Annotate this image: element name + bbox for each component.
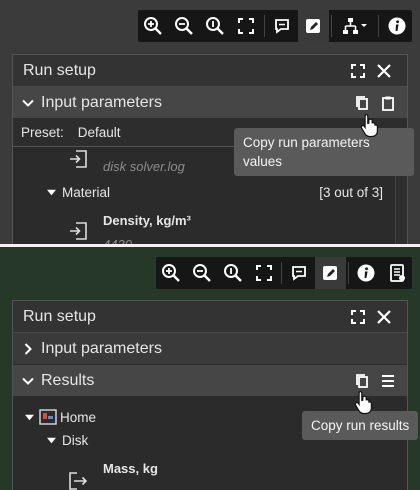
maximize-icon xyxy=(351,63,365,78)
close-button[interactable] xyxy=(371,58,397,84)
home-label: Home xyxy=(60,409,97,425)
panel-header: Run setup xyxy=(13,301,407,333)
edit-note-icon xyxy=(306,19,321,33)
panel-title: Run setup xyxy=(23,307,96,325)
view-toolbar xyxy=(138,10,412,42)
fit-view-icon xyxy=(255,265,272,281)
chevron-right-icon xyxy=(19,342,37,355)
toolbar-divider xyxy=(281,262,283,284)
copy-icon xyxy=(356,95,368,110)
top-screenshot: Run setup Input parameters Preset: Defau… xyxy=(0,0,420,244)
info-button[interactable] xyxy=(351,257,382,289)
edit-note-button[interactable] xyxy=(297,10,329,42)
run-setup-panel: Run setup Input parameters Results Home … xyxy=(12,300,408,490)
chevron-down-icon xyxy=(19,375,37,387)
zoom-reset-button[interactable] xyxy=(200,10,231,42)
menu-button[interactable] xyxy=(375,368,401,394)
edit-note-button[interactable] xyxy=(314,257,346,289)
material-row[interactable]: Material xyxy=(47,185,110,200)
close-button[interactable] xyxy=(371,304,397,330)
tree-layout-icon xyxy=(342,18,367,34)
zoom-in-icon xyxy=(162,264,181,282)
info-button[interactable] xyxy=(381,10,412,42)
toolbar-divider xyxy=(263,15,265,37)
bottom-screenshot: Run setup Input parameters Results Home … xyxy=(0,247,420,490)
hand-cursor-icon xyxy=(354,390,372,415)
hand-cursor-icon xyxy=(360,113,378,138)
zoom-in-button[interactable] xyxy=(138,10,169,42)
log-icon xyxy=(389,264,405,282)
input-parameters-section-header[interactable]: Input parameters xyxy=(13,333,407,365)
toolbar-divider xyxy=(330,15,332,37)
zoom-reset-button[interactable] xyxy=(218,257,249,289)
results-section-header[interactable]: Results xyxy=(13,365,407,397)
parameter-input-icon xyxy=(70,222,87,240)
fit-view-button[interactable] xyxy=(248,257,279,289)
output-icon xyxy=(69,472,87,490)
menu-icon xyxy=(382,374,394,387)
copy-parameters-tooltip: Copy run parameters values xyxy=(234,128,414,176)
section-title: Input parameters xyxy=(41,339,162,357)
density-label: Density, kg/m³ xyxy=(103,213,191,228)
panel-header: Run setup xyxy=(13,55,407,87)
material-count: [3 out of 3] xyxy=(319,185,383,200)
home-row[interactable]: Home xyxy=(25,409,96,425)
fit-view-button[interactable] xyxy=(231,10,262,42)
comment-button[interactable] xyxy=(267,10,298,42)
model-icon xyxy=(39,409,57,425)
density-value: 4430 xyxy=(103,237,132,244)
info-icon xyxy=(388,17,406,35)
caret-down-icon xyxy=(47,437,56,444)
maximize-button[interactable] xyxy=(345,58,371,84)
zoom-out-icon xyxy=(175,17,194,35)
disk-label: Disk xyxy=(62,433,89,448)
zoom-out-button[interactable] xyxy=(187,257,218,289)
copy-results-tooltip: Copy run results xyxy=(302,411,419,440)
section-title: Results xyxy=(41,371,95,389)
zoom-reset-icon xyxy=(223,264,242,282)
mass-label: Mass, kg xyxy=(103,461,158,476)
maximize-button[interactable] xyxy=(345,304,371,330)
preset-label: Preset: xyxy=(21,125,64,140)
copy-icon xyxy=(356,373,368,388)
info-icon xyxy=(357,264,375,282)
caret-down-icon xyxy=(25,414,34,420)
comment-button[interactable] xyxy=(284,257,315,289)
close-icon xyxy=(377,63,391,78)
file-input-icon xyxy=(70,150,87,168)
caret-down-icon xyxy=(47,189,56,196)
section-title: Input parameters xyxy=(41,93,162,111)
comment-icon xyxy=(292,266,307,281)
preset-select[interactable]: Default xyxy=(78,125,121,140)
zoom-in-button[interactable] xyxy=(156,257,187,289)
close-icon xyxy=(377,309,391,324)
comment-icon xyxy=(275,19,290,34)
tree-layout-button[interactable] xyxy=(334,10,377,42)
chevron-down-icon xyxy=(19,97,37,109)
zoom-out-button[interactable] xyxy=(169,10,200,42)
input-parameters-section-header[interactable]: Input parameters xyxy=(13,87,407,119)
panel-title: Run setup xyxy=(23,61,96,79)
maximize-icon xyxy=(351,309,365,324)
material-label: Material xyxy=(62,185,111,200)
zoom-reset-icon xyxy=(206,17,225,35)
disk-row[interactable]: Disk xyxy=(47,433,88,448)
zoom-in-icon xyxy=(144,17,163,35)
clipboard-icon xyxy=(382,96,394,111)
zoom-out-icon xyxy=(193,264,211,282)
file-name: disk solver.log xyxy=(103,159,185,174)
toolbar-divider xyxy=(347,262,349,284)
fit-view-icon xyxy=(238,18,255,34)
view-toolbar xyxy=(156,257,412,289)
edit-note-icon xyxy=(323,266,338,280)
log-button[interactable] xyxy=(381,257,412,289)
toolbar-divider xyxy=(378,15,380,37)
